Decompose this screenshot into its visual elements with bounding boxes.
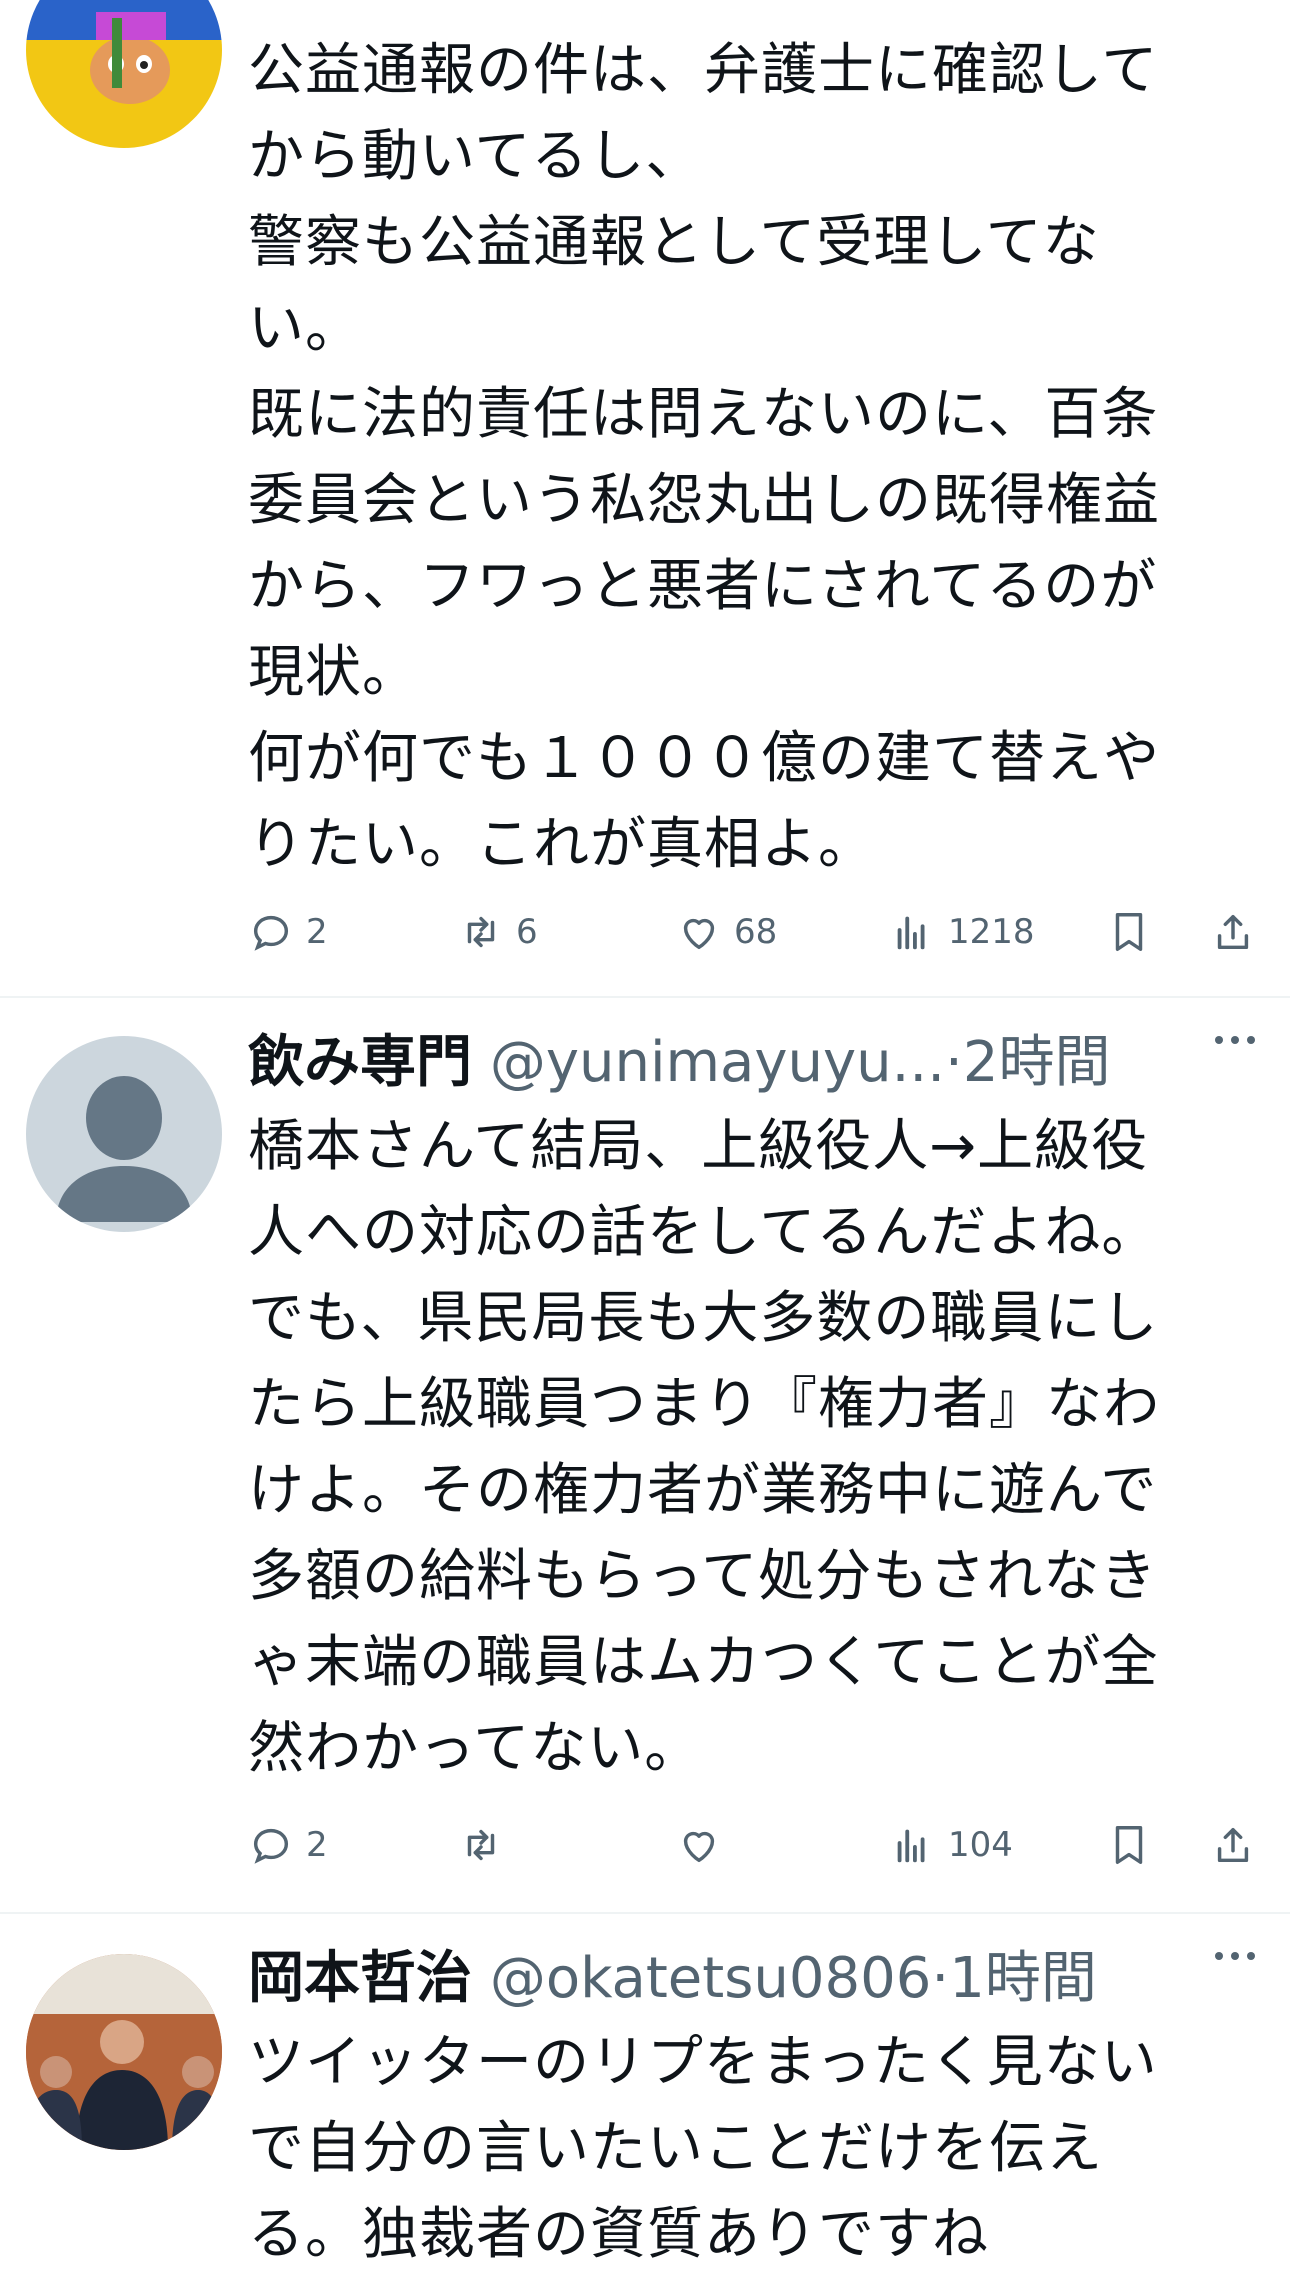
- bookmark-icon: [1115, 913, 1143, 951]
- like-count: 68: [734, 912, 778, 952]
- user-handle[interactable]: @okatetsu0806: [490, 1946, 932, 2011]
- tweet-body: ツイッターのリプをまったく見ない で自分の言いたいことだけを伝え る。独裁者の資…: [248, 2030, 1158, 2267]
- reply-icon: [253, 915, 289, 951]
- views-icon: [897, 916, 925, 950]
- views-icon: [897, 1829, 925, 1863]
- tweet-actions: 2 104: [0, 1810, 1290, 1880]
- retweet-button[interactable]: 6: [458, 897, 538, 967]
- avatar[interactable]: [26, 1036, 222, 1232]
- retweet-icon: [467, 916, 495, 948]
- reply-button[interactable]: 2: [248, 1810, 328, 1880]
- user-name[interactable]: 岡本哲治: [248, 1946, 472, 2011]
- more-icon: [1215, 1952, 1255, 1960]
- reply-count: 2: [306, 912, 328, 952]
- cat-avatar-image: [90, 12, 170, 104]
- tweet-header: 飲み専門 @yunimayuyu...·2時間: [248, 1020, 1110, 1106]
- views-button[interactable]: 104: [890, 1810, 1013, 1880]
- tweet-1[interactable]: 公益通報の件は、弁護士に確認して から動いてるし、 警察も公益通報として受理して…: [0, 0, 1290, 996]
- tweet-body: 橋本さんて結局、上級役人→上級役 人への対応の話をしてるんだよね。 でも、県民局…: [248, 1114, 1160, 1781]
- timestamp[interactable]: 2時間: [963, 1030, 1111, 1095]
- bookmark-button[interactable]: [1106, 1810, 1152, 1880]
- more-button[interactable]: [1210, 1020, 1260, 1064]
- retweet-button[interactable]: [458, 1810, 504, 1880]
- tweet-2[interactable]: 飲み専門 @yunimayuyu...·2時間 橋本さんて結局、上級役人→上級役…: [0, 998, 1290, 1910]
- reply-count: 2: [306, 1825, 328, 1865]
- views-count: 1218: [948, 912, 1035, 952]
- tweet-header: 岡本哲治 @okatetsu0806·1時間: [248, 1936, 1097, 2022]
- more-icon: [1215, 1036, 1255, 1044]
- share-icon: [1217, 1827, 1249, 1863]
- more-button[interactable]: [1210, 1936, 1260, 1980]
- share-icon: [1217, 914, 1249, 950]
- user-photo-avatar: [26, 1954, 222, 2150]
- share-button[interactable]: [1210, 897, 1256, 967]
- avatar[interactable]: [26, 1954, 222, 2150]
- user-handle[interactable]: @yunimayuyu...: [490, 1030, 945, 1095]
- retweet-count: 6: [516, 912, 538, 952]
- tweet-3[interactable]: 岡本哲治 @okatetsu0806·1時間 ツイッターのリプをまったく見ない …: [0, 1914, 1290, 2267]
- views-button[interactable]: 1218: [890, 897, 1035, 967]
- views-count: 104: [948, 1825, 1013, 1865]
- retweet-icon: [467, 1829, 495, 1861]
- user-name[interactable]: 飲み専門: [248, 1030, 472, 1095]
- like-button[interactable]: 68: [676, 897, 777, 967]
- reply-button[interactable]: 2: [248, 897, 328, 967]
- tweet-body: 公益通報の件は、弁護士に確認して から動いてるし、 警察も公益通報として受理して…: [248, 38, 1160, 877]
- like-icon: [683, 918, 715, 950]
- reply-icon: [253, 1828, 289, 1864]
- separator-dot: ·: [945, 1030, 963, 1095]
- bookmark-button[interactable]: [1106, 897, 1152, 967]
- bookmark-icon: [1115, 1826, 1143, 1864]
- tweet-actions: 2 6 68 1218: [0, 897, 1290, 967]
- default-avatar-icon: [56, 1076, 192, 1222]
- timestamp[interactable]: 1時間: [949, 1946, 1097, 2011]
- like-icon: [683, 1831, 715, 1863]
- share-button[interactable]: [1210, 1810, 1256, 1880]
- separator-dot: ·: [931, 1946, 950, 2011]
- like-button[interactable]: [676, 1810, 722, 1880]
- avatar[interactable]: [26, 0, 222, 148]
